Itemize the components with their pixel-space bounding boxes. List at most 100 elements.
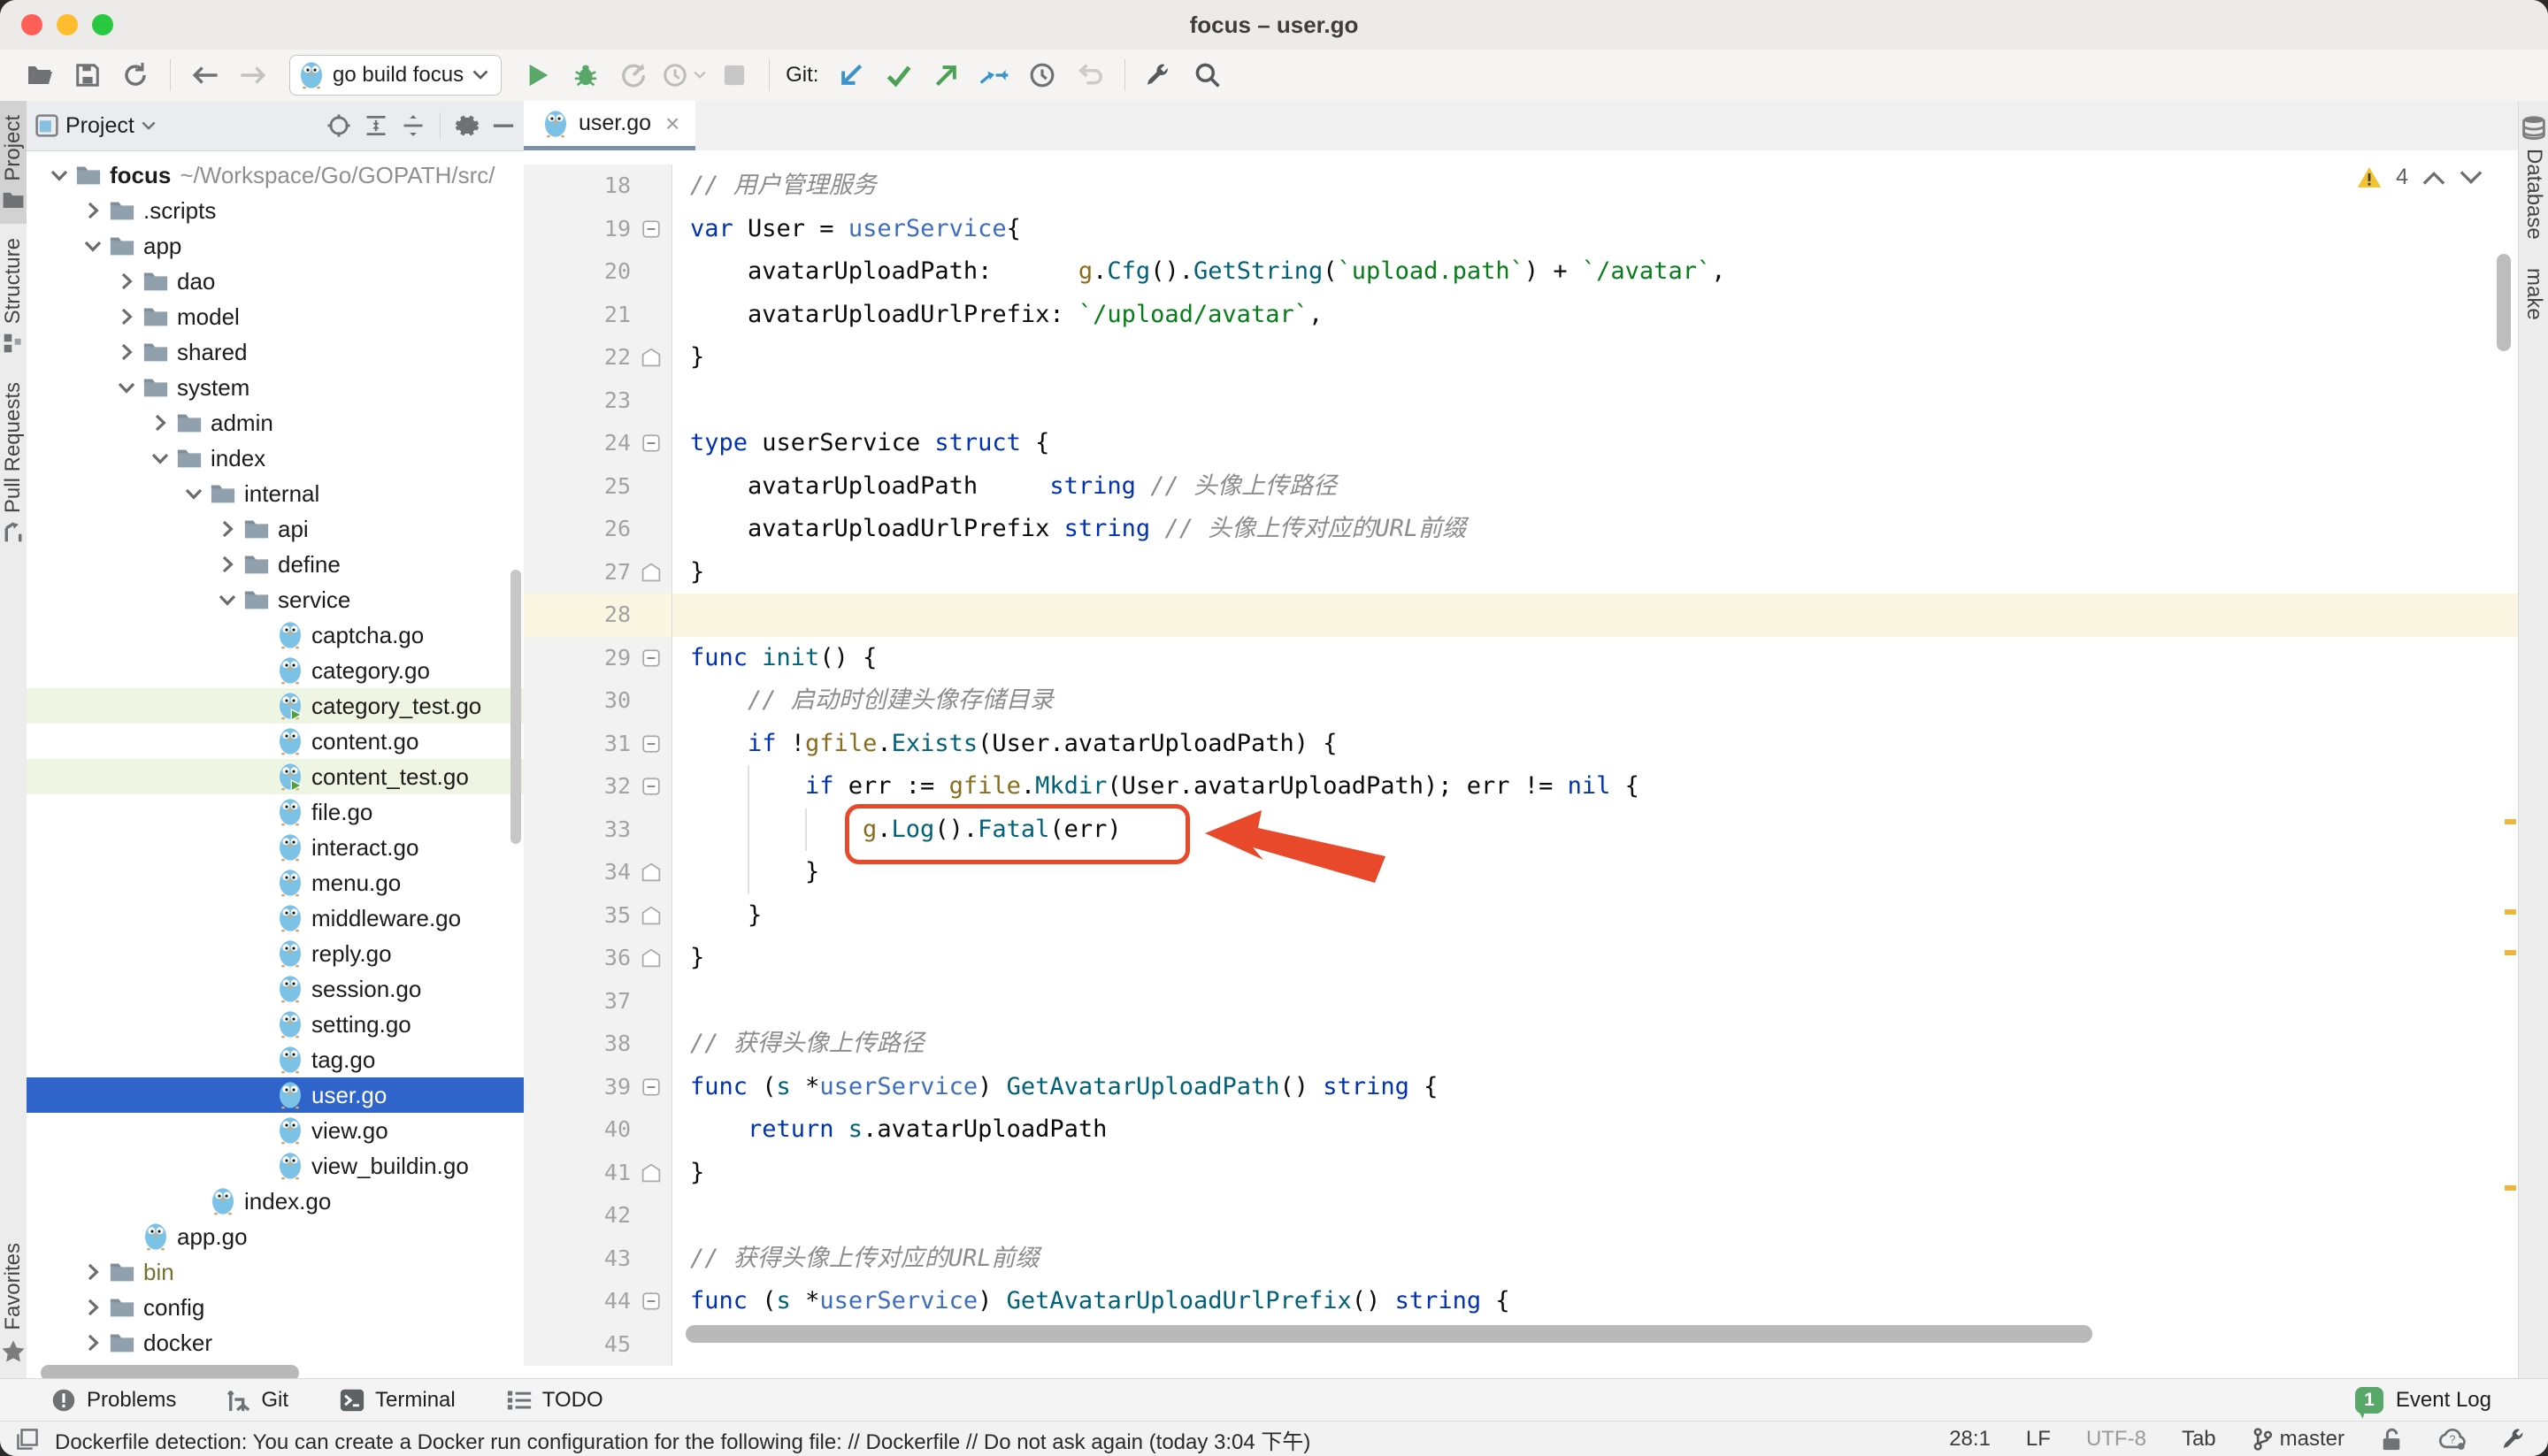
fold-marker-icon[interactable] [631,777,672,796]
caret-position[interactable]: 28:1 [1949,1427,1991,1452]
line-number[interactable]: 23 [604,379,631,423]
tree-item-captcha-go[interactable]: captcha.go [27,617,524,653]
line-number[interactable]: 29 [604,637,631,680]
code-line-27[interactable]: 27} [524,551,2518,594]
gutter-line-40[interactable]: 40 [524,1108,672,1152]
gutter-line-44[interactable]: 44 [524,1280,672,1323]
tree-item-category_test-go[interactable]: category_test.go [27,688,524,724]
cloud-settings-icon[interactable]: ? [2438,1428,2467,1451]
tree-item-session-go[interactable]: session.go [27,971,524,1007]
toolwindow-button-todo[interactable]: TODO [507,1388,603,1413]
git-merge-button[interactable] [975,56,1014,95]
code-line-43[interactable]: 43// 获得头像上传对应的URL前缀 [524,1238,2518,1281]
code-line-26[interactable]: 26avatarUploadUrlPrefix string // 头像上传对应… [524,508,2518,551]
warning-stripe-mark[interactable] [2505,909,2516,915]
run-configuration-select[interactable]: go build focus [289,55,502,96]
stop-button[interactable] [715,56,754,95]
search-everywhere-button[interactable] [1188,56,1227,95]
tree-item-dao[interactable]: dao [27,264,524,299]
tool-stripe-make[interactable]: make [2519,254,2548,334]
next-warning-button[interactable] [2460,170,2483,186]
code-line-40[interactable]: 40return s.avatarUploadPath [524,1108,2518,1152]
tree-item-service[interactable]: service [27,582,524,617]
synchronize-button[interactable] [116,56,155,95]
project-tree-vertical-scrollbar[interactable] [510,570,521,844]
line-ending[interactable]: LF [2026,1427,2051,1452]
gear-icon[interactable] [455,113,480,138]
tool-stripe-pull-requests[interactable]: Pull Requests [0,368,27,557]
tree-item-user-go[interactable]: user.go [27,1077,524,1113]
line-number[interactable]: 44 [604,1280,631,1323]
gutter-line-24[interactable]: 24 [524,422,672,465]
indent-mode[interactable]: Tab [2182,1427,2216,1452]
gutter-line-20[interactable]: 20 [524,250,672,294]
save-all-button[interactable] [68,56,107,95]
gutter-line-25[interactable]: 25 [524,465,672,509]
gutter-line-27[interactable]: 27 [524,551,672,594]
line-number[interactable]: 21 [604,294,631,337]
chevron-right-icon[interactable] [145,414,175,432]
gutter-line-39[interactable]: 39 [524,1066,672,1109]
back-button[interactable] [186,56,225,95]
code-line-38[interactable]: 38// 获得头像上传路径 [524,1023,2518,1066]
code-line-18[interactable]: 18// 用户管理服务 [524,165,2518,208]
fold-marker-icon[interactable] [631,563,672,582]
git-update-button[interactable] [832,56,871,95]
previous-warning-button[interactable] [2422,170,2445,186]
line-number[interactable]: 39 [604,1066,631,1109]
tab-user-go[interactable]: user.go × [524,101,695,151]
toolwindow-button-terminal[interactable]: Terminal [340,1388,456,1413]
code-line-23[interactable]: 23 [524,379,2518,423]
code-editor[interactable]: 18// 用户管理服务19var User = userService{20av… [524,150,2518,1378]
status-message[interactable]: Dockerfile detection: You can create a D… [55,1424,1310,1455]
chevron-right-icon[interactable] [78,1263,108,1281]
code-line-30[interactable]: 30// 启动时创建头像存储目录 [524,679,2518,723]
tool-stripe-project[interactable]: Project [0,101,27,224]
tree-item-api[interactable]: api [27,511,524,547]
chevron-down-icon[interactable] [111,379,142,396]
wrench-icon[interactable] [2502,1426,2529,1452]
code-line-19[interactable]: 19var User = userService{ [524,208,2518,251]
gutter-line-35[interactable]: 35 [524,894,672,938]
warning-stripe-mark[interactable] [2505,950,2516,955]
tree-item-reply-go[interactable]: reply.go [27,936,524,971]
fold-marker-icon[interactable] [631,1163,672,1183]
gutter-line-23[interactable]: 23 [524,379,672,423]
line-number[interactable]: 19 [604,208,631,251]
gutter-line-30[interactable]: 30 [524,679,672,723]
chevron-down-icon[interactable] [78,237,108,255]
chevron-right-icon[interactable] [78,1299,108,1316]
gutter-line-26[interactable]: 26 [524,508,672,551]
tree-item--scripts[interactable]: .scripts [27,193,524,228]
tree-item-bin[interactable]: bin [27,1254,524,1290]
code-line-34[interactable]: 34} [524,851,2518,894]
fold-marker-icon[interactable] [631,1291,672,1311]
warning-count[interactable]: 4 [2396,165,2408,190]
line-number[interactable]: 24 [604,422,631,465]
chevron-down-icon[interactable] [145,449,175,467]
tree-item-app-go[interactable]: app.go [27,1219,524,1254]
line-number[interactable]: 25 [604,465,631,509]
line-number[interactable]: 38 [604,1023,631,1066]
line-number[interactable]: 37 [604,980,631,1023]
fold-marker-icon[interactable] [631,648,672,668]
line-number[interactable]: 45 [604,1323,631,1367]
expand-all-button[interactable] [364,113,388,138]
line-number[interactable]: 30 [604,679,631,723]
file-encoding[interactable]: UTF-8 [2086,1427,2146,1452]
code-line-28[interactable]: 28 [524,594,2518,637]
gutter-line-19[interactable]: 19 [524,208,672,251]
git-history-button[interactable] [1023,56,1062,95]
code-line-22[interactable]: 22} [524,336,2518,379]
line-number[interactable]: 26 [604,508,631,551]
toolwindow-switcher-icon[interactable] [16,1428,39,1451]
gutter-line-22[interactable]: 22 [524,336,672,379]
line-number[interactable]: 28 [604,594,631,637]
editor-vertical-scrollbar[interactable] [2497,254,2511,351]
fold-marker-icon[interactable] [631,862,672,882]
chevron-right-icon[interactable] [78,1334,108,1352]
tree-item-app[interactable]: app [27,228,524,264]
code-line-29[interactable]: 29func init() { [524,637,2518,680]
code-line-42[interactable]: 42 [524,1194,2518,1238]
git-branch-widget[interactable]: master [2252,1427,2345,1452]
